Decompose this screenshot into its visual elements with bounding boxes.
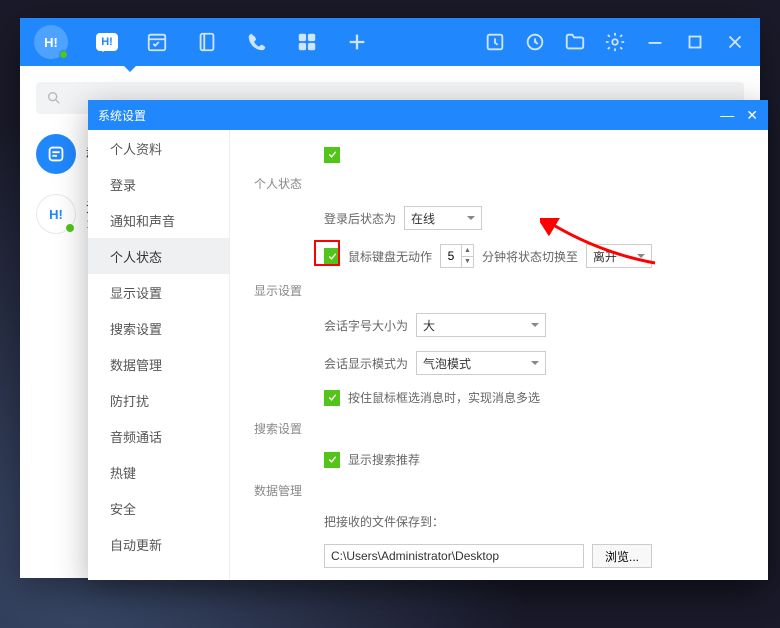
- nav-dnd[interactable]: 防打扰: [88, 382, 229, 418]
- nav-login[interactable]: 登录: [88, 166, 229, 202]
- nav-audio[interactable]: 音频通话: [88, 418, 229, 454]
- nav-update[interactable]: 自动更新: [88, 526, 229, 562]
- plus-icon[interactable]: [346, 31, 368, 53]
- avatar[interactable]: H!: [34, 25, 68, 59]
- search-rec-label: 显示搜索推荐: [348, 451, 420, 468]
- drag-select-checkbox[interactable]: [324, 390, 340, 406]
- grid-icon[interactable]: [296, 31, 318, 53]
- folder-icon[interactable]: [564, 31, 586, 53]
- settings-dialog: 系统设置 — ✕ 个人资料 登录 通知和声音 个人状态 显示设置 搜索设置 数据…: [88, 100, 768, 580]
- nav-display[interactable]: 显示设置: [88, 274, 229, 310]
- idle-switch-select[interactable]: 离开: [586, 244, 652, 268]
- dialog-close-icon[interactable]: ✕: [746, 108, 758, 122]
- dialog-minimize-icon[interactable]: —: [720, 108, 734, 122]
- status-dot: [59, 50, 68, 59]
- close-icon[interactable]: [724, 31, 746, 53]
- nav-notification[interactable]: 通知和声音: [88, 202, 229, 238]
- topbar-right: [484, 31, 746, 53]
- topbar: H! H!: [20, 18, 760, 66]
- idle-after-label: 分钟将状态切换至: [482, 248, 578, 265]
- settings-content: 登录时自动启动免打扰 个人状态 登录后状态为 在线 鼠标键盘无动作 ▲▼ 分钟将…: [230, 130, 768, 580]
- gear-icon[interactable]: [604, 31, 626, 53]
- dialog-title: 系统设置: [98, 107, 146, 124]
- maximize-icon[interactable]: [684, 31, 706, 53]
- phone-icon[interactable]: [246, 31, 268, 53]
- nav-search[interactable]: 搜索设置: [88, 310, 229, 346]
- font-size-select[interactable]: 大: [416, 313, 546, 337]
- nav-data[interactable]: 数据管理: [88, 346, 229, 382]
- nav-hotkey[interactable]: 热键: [88, 454, 229, 490]
- login-status-label: 登录后状态为: [324, 210, 396, 227]
- history-icon[interactable]: [524, 31, 546, 53]
- nav-security[interactable]: 安全: [88, 490, 229, 526]
- display-mode-label: 会话显示模式为: [324, 355, 408, 372]
- save-path-label: 把接收的文件保存到：: [324, 513, 444, 530]
- user-avatar-icon: H!: [36, 194, 76, 234]
- chat-tab-icon[interactable]: H!: [96, 31, 118, 53]
- active-tab-indicator: [124, 66, 136, 78]
- highlight-annotation: [314, 240, 340, 266]
- section-title-search: 搜索设置: [254, 420, 748, 437]
- font-size-label: 会话字号大小为: [324, 317, 408, 334]
- collect-icon[interactable]: [484, 31, 506, 53]
- group-avatar-icon: [36, 134, 76, 174]
- section-title-status: 个人状态: [254, 175, 748, 192]
- idle-minutes-spinner[interactable]: ▲▼: [440, 244, 474, 268]
- nav-profile[interactable]: 个人资料: [88, 130, 229, 166]
- minimize-icon[interactable]: [644, 31, 666, 53]
- checkbox[interactable]: [324, 147, 340, 163]
- nav-status[interactable]: 个人状态: [88, 238, 229, 274]
- search-rec-checkbox[interactable]: [324, 452, 340, 468]
- browse-button[interactable]: 浏览...: [592, 544, 652, 568]
- idle-label: 鼠标键盘无动作: [348, 248, 432, 265]
- login-status-select[interactable]: 在线: [404, 206, 482, 230]
- section-title-data: 数据管理: [254, 482, 748, 499]
- drag-select-label: 按住鼠标框选消息时，实现消息多选: [348, 389, 540, 406]
- calendar-icon[interactable]: [146, 31, 168, 53]
- settings-nav: 个人资料 登录 通知和声音 个人状态 显示设置 搜索设置 数据管理 防打扰 音频…: [88, 130, 230, 580]
- notebook-icon[interactable]: [196, 31, 218, 53]
- display-mode-select[interactable]: 气泡模式: [416, 351, 546, 375]
- save-path-input[interactable]: [324, 544, 584, 568]
- section-title-display: 显示设置: [254, 282, 748, 299]
- dialog-titlebar: 系统设置 — ✕: [88, 100, 768, 130]
